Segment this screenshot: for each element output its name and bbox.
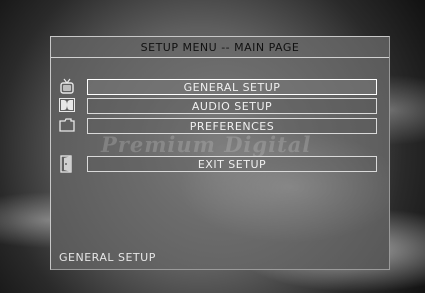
status-text: GENERAL SETUP	[59, 251, 156, 264]
setup-menu-window: SETUP MENU -- MAIN PAGE Premium Digital …	[50, 36, 390, 270]
menu-item-preferences[interactable]: PREFERENCES	[87, 118, 377, 134]
exit-door-icon	[59, 155, 75, 173]
menu-item-audio-setup[interactable]: AUDIO SETUP	[87, 98, 377, 114]
menu-item-exit-setup[interactable]: EXIT SETUP	[87, 156, 377, 172]
tv-icon	[59, 78, 75, 94]
dolby-icon	[59, 97, 75, 113]
menu-item-general-setup[interactable]: GENERAL SETUP	[87, 79, 377, 95]
brand-watermark: Premium Digital	[101, 132, 312, 157]
menu-title: SETUP MENU -- MAIN PAGE	[51, 37, 389, 58]
folder-icon	[59, 117, 75, 133]
